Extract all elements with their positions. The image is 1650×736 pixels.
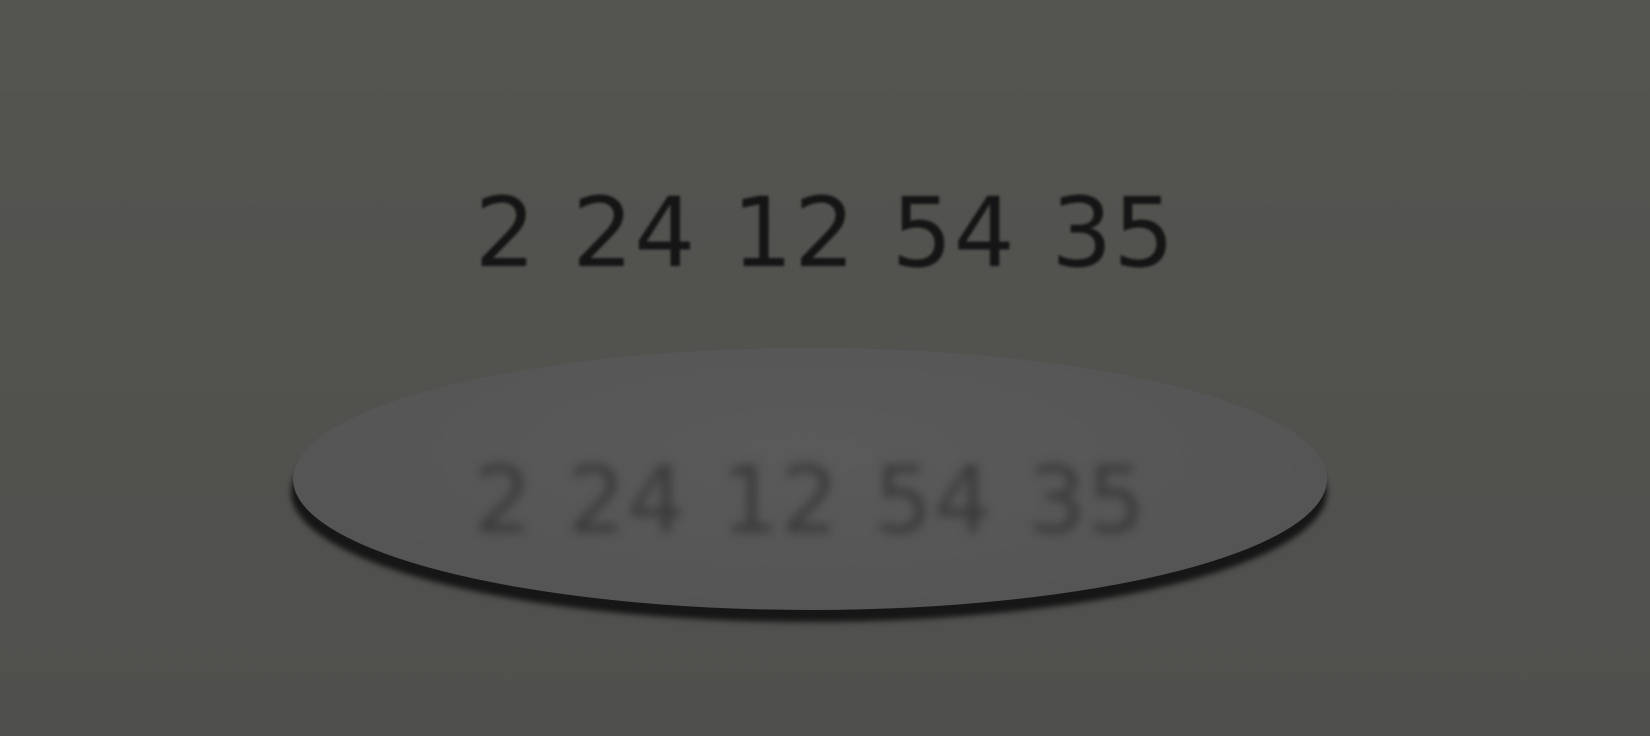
number-sequence: 2 24 12 54 35 — [474, 177, 1176, 289]
game-scene: { "display": { "numbers": "2 24 12 54 35… — [0, 0, 1650, 736]
disc-number-sequence: 2 24 12 54 35 — [473, 447, 1147, 554]
number-disc[interactable]: 2 24 12 54 35 — [293, 348, 1327, 610]
